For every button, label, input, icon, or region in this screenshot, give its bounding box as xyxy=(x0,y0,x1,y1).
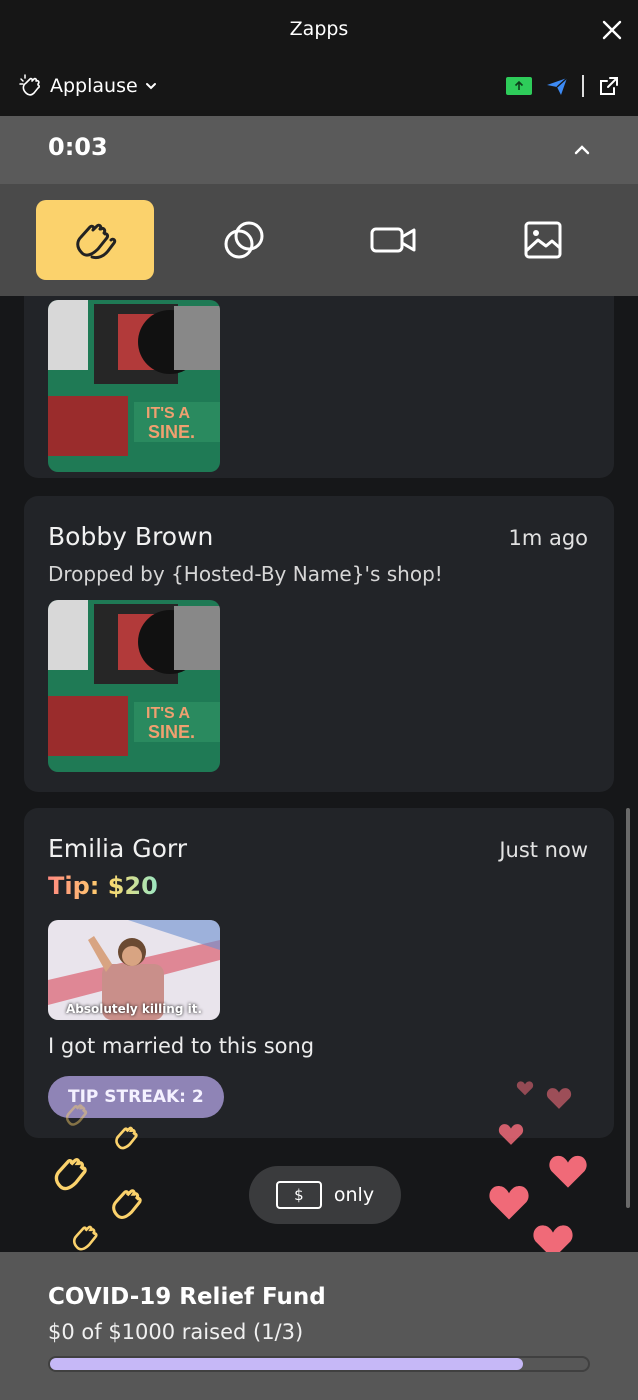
timer-bar: 0:03 xyxy=(0,116,638,184)
top-bar: Zapps Applause xyxy=(0,0,638,116)
applause-icon xyxy=(76,223,117,260)
heart-icon xyxy=(516,1081,534,1096)
gif-image[interactable]: Absolutely killing it. xyxy=(48,920,220,1020)
applause-icon xyxy=(19,74,40,96)
fund-raised-text: $0 of $1000 raised (1/3) xyxy=(48,1320,304,1344)
media-mode-bar xyxy=(0,184,638,296)
product-image[interactable]: IT'S A SINE. xyxy=(48,600,220,772)
applause-icon xyxy=(54,1158,87,1191)
svg-text:IT'S A: IT'S A xyxy=(146,705,191,722)
image-icon xyxy=(524,221,562,259)
timestamp: 1m ago xyxy=(508,526,588,550)
fund-progress-fill xyxy=(50,1358,524,1370)
reaction-mode-label: Applause xyxy=(50,75,138,97)
timestamp: Just now xyxy=(499,838,588,862)
svg-text:SINE.: SINE. xyxy=(148,422,195,442)
top-actions xyxy=(506,70,620,102)
timer-value: 0:03 xyxy=(48,133,108,161)
author-name: Bobby Brown xyxy=(48,522,214,551)
author-name: Emilia Gorr xyxy=(48,834,188,863)
video-mode-button[interactable] xyxy=(335,200,453,280)
applause-icon xyxy=(115,1126,138,1150)
applause-mode-button[interactable] xyxy=(36,200,154,280)
circles-icon xyxy=(224,221,264,259)
dollar-icon: $ xyxy=(275,1181,322,1209)
feed-scrollbar[interactable] xyxy=(626,808,630,1208)
external-link-icon[interactable] xyxy=(598,75,620,97)
tips-only-filter-button[interactable]: $ only xyxy=(249,1166,401,1224)
product-image: IT'S A SINE. xyxy=(48,300,220,472)
chevron-up-icon[interactable] xyxy=(570,138,594,162)
heart-icon xyxy=(533,1225,573,1252)
item-subtitle: Dropped by {Hosted-By Name}'s shop! xyxy=(48,562,443,586)
video-icon xyxy=(370,227,416,253)
reaction-mode-dropdown[interactable]: Applause xyxy=(18,70,158,102)
heart-icon xyxy=(549,1155,587,1188)
applause-icon xyxy=(65,1104,88,1126)
divider xyxy=(582,75,584,97)
window-title: Zapps xyxy=(289,18,349,40)
effects-mode-button[interactable] xyxy=(185,200,303,280)
tip-amount: Tip: $20 xyxy=(48,872,158,900)
send-icon[interactable] xyxy=(546,76,568,96)
close-icon[interactable] xyxy=(598,16,626,44)
heart-icon xyxy=(489,1186,529,1220)
fund-title: COVID-19 Relief Fund xyxy=(48,1284,326,1310)
tip-message: I got married to this song xyxy=(48,1034,315,1058)
fundraiser-panel: COVID-19 Relief Fund $0 of $1000 raised … xyxy=(0,1252,638,1400)
svg-text:SINE.: SINE. xyxy=(148,722,195,742)
feed-card: Bobby Brown 1m ago Dropped by {Hosted-By… xyxy=(24,496,614,792)
image-mode-button[interactable] xyxy=(484,200,602,280)
filter-label: only xyxy=(333,1184,375,1206)
svg-text:IT'S A: IT'S A xyxy=(146,405,191,422)
heart-icon xyxy=(498,1124,524,1145)
chevron-down-icon xyxy=(145,83,156,90)
fund-progress-bar xyxy=(48,1356,590,1372)
feed-card: IT'S A SINE. xyxy=(24,296,614,478)
upload-icon[interactable] xyxy=(506,77,532,95)
heart-icon xyxy=(546,1088,572,1109)
gif-caption: Absolutely killing it. xyxy=(65,1002,203,1016)
